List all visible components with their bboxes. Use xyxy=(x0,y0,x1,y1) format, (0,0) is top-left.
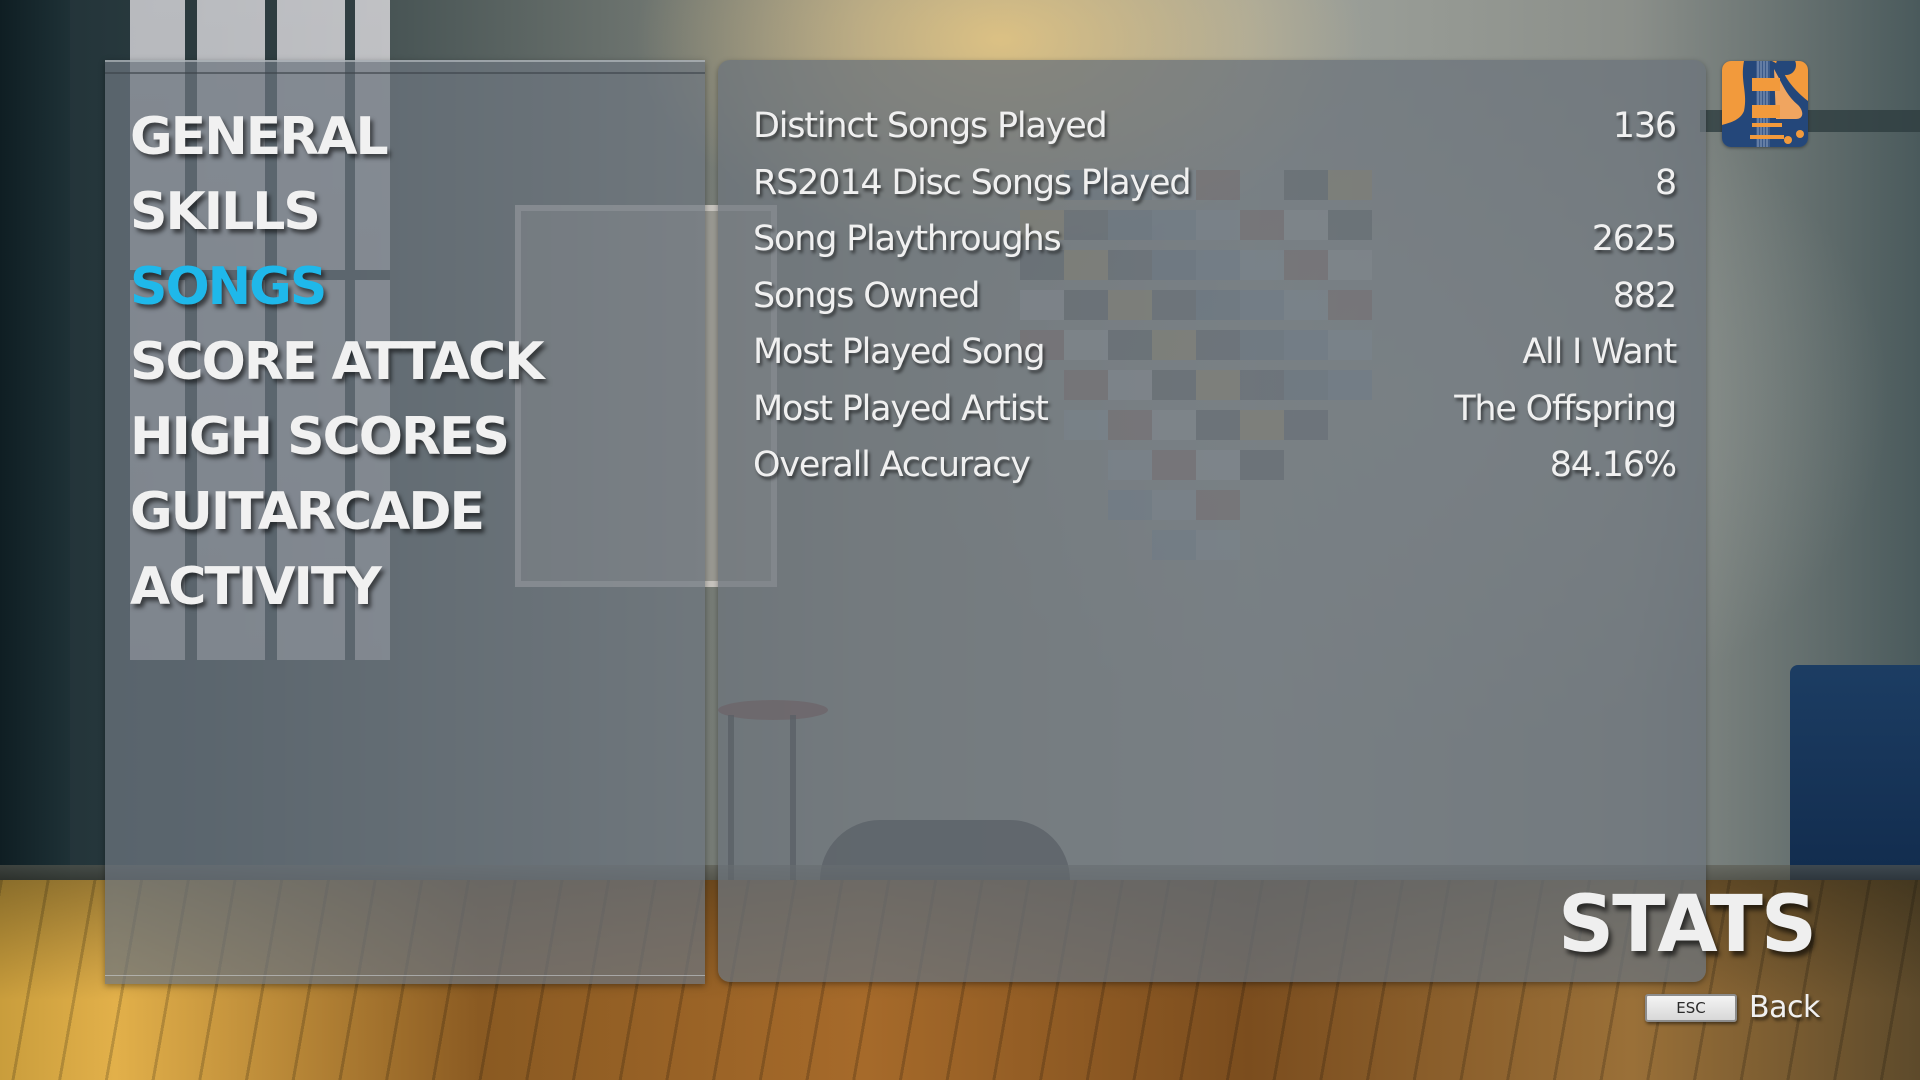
menu-item-songs[interactable]: SONGS xyxy=(130,250,543,325)
stat-value: 2625 xyxy=(1591,219,1677,260)
menu-item-high-scores[interactable]: HIGH SCORES xyxy=(130,400,543,475)
stat-row-overall-accuracy: Overall Accuracy 84.16% xyxy=(753,437,1677,494)
stat-value: 882 xyxy=(1612,275,1677,316)
menu-item-general[interactable]: GENERAL xyxy=(130,100,543,175)
menu-item-activity[interactable]: ACTIVITY xyxy=(130,550,543,625)
esc-key-icon[interactable]: ESC xyxy=(1645,993,1737,1022)
stat-label: Most Played Artist xyxy=(753,388,1049,429)
stat-row-most-played-artist: Most Played Artist The Offspring xyxy=(753,381,1677,438)
menu-item-skills[interactable]: SKILLS xyxy=(130,175,543,250)
back-button[interactable]: ESC Back xyxy=(1645,990,1820,1025)
stat-value: All I Want xyxy=(1522,332,1677,373)
stat-row-most-played-song: Most Played Song All I Want xyxy=(753,324,1677,381)
category-menu: GENERAL SKILLS SONGS SCORE ATTACK HIGH S… xyxy=(130,100,544,625)
stat-label: Most Played Song xyxy=(753,332,1046,373)
stat-value: The Offspring xyxy=(1454,388,1677,429)
stat-row-song-playthroughs: Song Playthroughs 2625 xyxy=(753,211,1677,268)
stat-row-distinct-songs-played: Distinct Songs Played 136 xyxy=(753,98,1677,155)
stat-label: Song Playthroughs xyxy=(753,219,1062,260)
menu-item-score-attack[interactable]: SCORE ATTACK xyxy=(130,325,544,400)
screen-title: STATS xyxy=(1557,880,1817,970)
stats-list: Distinct Songs Played 136 RS2014 Disc So… xyxy=(753,98,1677,494)
stat-label: Distinct Songs Played xyxy=(753,106,1108,147)
menu-item-guitarcade[interactable]: GUITARCADE xyxy=(130,475,543,550)
stat-value: 136 xyxy=(1612,106,1677,147)
profile-avatar[interactable] xyxy=(1722,61,1808,147)
stat-value: 8 xyxy=(1654,162,1677,203)
stat-label: RS2014 Disc Songs Played xyxy=(753,162,1192,203)
background-post xyxy=(0,0,70,880)
back-label[interactable]: Back xyxy=(1749,990,1820,1025)
stat-row-songs-owned: Songs Owned 882 xyxy=(753,268,1677,325)
electric-guitar-icon xyxy=(1722,61,1808,147)
stat-label: Overall Accuracy xyxy=(753,445,1031,486)
stat-row-disc-songs-played: RS2014 Disc Songs Played 8 xyxy=(753,155,1677,212)
stat-value: 84.16% xyxy=(1549,445,1677,486)
stat-label: Songs Owned xyxy=(753,275,981,316)
